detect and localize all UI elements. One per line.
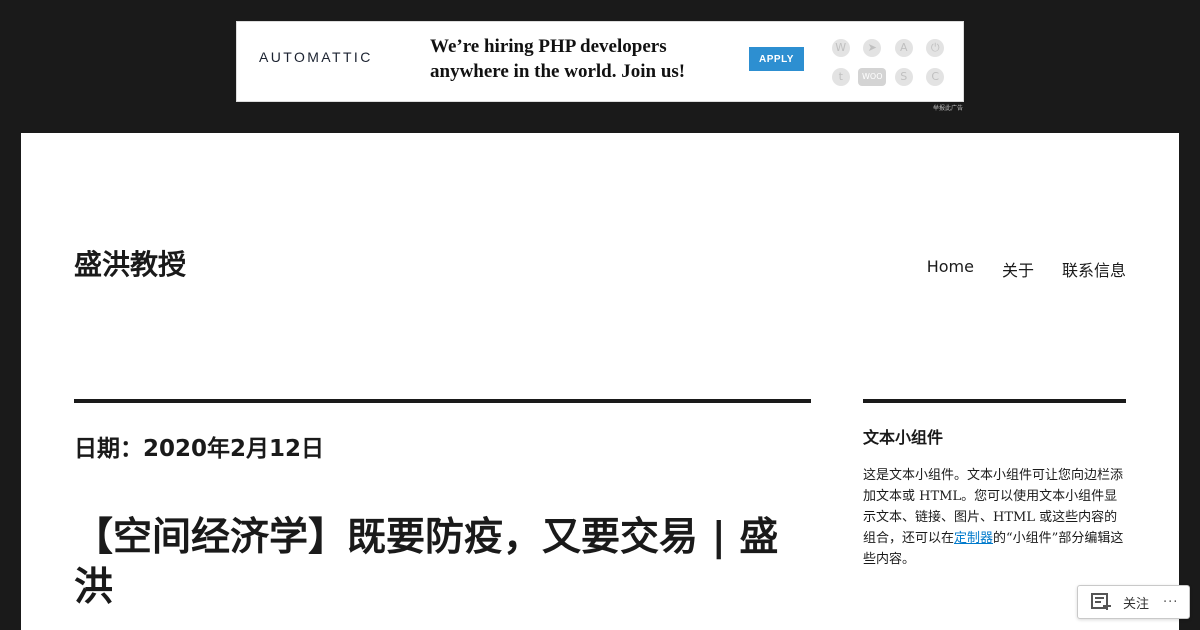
ad-banner[interactable]: AUTOMATTIC We’re hiring PHP developers a… [236, 21, 964, 102]
ad-logo: AUTOMATTIC [259, 49, 373, 65]
archive-title: 日期：2020年2月12日 [74, 436, 325, 462]
simplenote-icon: S [894, 67, 913, 86]
page-container: 盛洪教授 Home 关于 联系信息 日期：2020年2月12日 【空间经济学】既… [21, 133, 1179, 630]
apply-button[interactable]: APPLY [749, 47, 804, 71]
report-ad-link[interactable]: 举报此广告 [933, 103, 963, 112]
widget-text: 这是文本小组件。文本小组件可让您向边栏添加文本或 HTML。您可以使用文本小组件… [863, 465, 1129, 570]
ad-headline-line1: We’re hiring PHP developers [430, 36, 667, 57]
sidebar-divider [863, 399, 1126, 403]
main-nav: Home 关于 联系信息 [927, 257, 1126, 281]
follow-button[interactable]: 关注 ··· [1077, 585, 1190, 619]
woo-icon: WOO [858, 67, 887, 86]
tumblr-icon: t [831, 67, 850, 86]
cloudup-icon: C [926, 67, 945, 86]
akismet-icon: A [894, 38, 913, 57]
post-title-link[interactable]: 【空间经济学】既要防疫，又要交易 | 盛洪 [74, 513, 814, 613]
widget-title: 文本小组件 [863, 428, 944, 447]
ad-headline-line2: anywhere in the world. Join us! [430, 61, 686, 82]
follow-label: 关注 [1123, 596, 1150, 612]
brand-icon-grid: W ➤ A ⏻ t WOO S C [825, 33, 951, 91]
nav-item-contact[interactable]: 联系信息 [1062, 257, 1126, 281]
nav-item-home[interactable]: Home [927, 257, 974, 281]
customizer-link[interactable]: 定制器 [954, 531, 993, 546]
wordpress-icon: W [831, 38, 850, 57]
more-options-icon[interactable]: ··· [1163, 595, 1178, 610]
ad-headline[interactable]: We’re hiring PHP developers anywhere in … [430, 34, 730, 84]
power-icon: ⏻ [926, 38, 945, 57]
jetpack-icon: ➤ [863, 38, 882, 57]
content-divider [74, 399, 811, 403]
follow-reader-icon [1091, 593, 1111, 610]
site-title[interactable]: 盛洪教授 [74, 243, 186, 283]
nav-item-about[interactable]: 关于 [1002, 257, 1034, 281]
